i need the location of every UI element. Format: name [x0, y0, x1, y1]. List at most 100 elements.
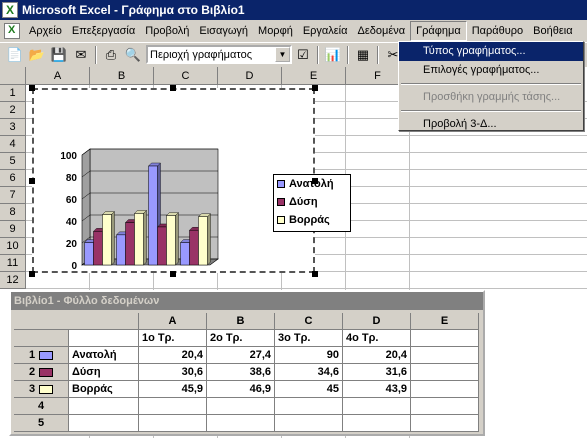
row-header[interactable]: 4: [0, 136, 26, 153]
column-header[interactable]: C: [154, 67, 218, 85]
chevron-down-icon[interactable]: ▼: [275, 47, 290, 62]
datasheet-value-cell[interactable]: 31,6: [343, 364, 411, 381]
datasheet-value-cell[interactable]: 45: [275, 381, 343, 398]
datasheet-value-cell[interactable]: 27,4: [207, 347, 275, 364]
chart-menu-item[interactable]: Επιλογές γραφήματος...: [399, 61, 583, 80]
datasheet-category-cell[interactable]: 1ο Τρ.: [139, 330, 207, 347]
datasheet-column-header[interactable]: C: [275, 313, 343, 330]
menu-8[interactable]: Γράφημα: [410, 21, 467, 41]
resize-handle[interactable]: [312, 271, 318, 277]
datasheet-value-cell[interactable]: 90: [275, 347, 343, 364]
datasheet-icon[interactable]: ▦: [352, 44, 374, 66]
row-header[interactable]: 7: [0, 187, 26, 204]
datasheet-value-cell[interactable]: [275, 398, 343, 415]
datasheet-cell[interactable]: [411, 415, 479, 432]
datasheet-value-cell[interactable]: [207, 415, 275, 432]
chart-menu-item[interactable]: Τύπος γραφήματος...: [399, 42, 583, 61]
row-header[interactable]: 3: [0, 119, 26, 136]
save-icon[interactable]: 💾: [48, 44, 70, 66]
datasheet-series-name[interactable]: [69, 398, 139, 415]
menu-2[interactable]: Επεξεργασία: [67, 21, 140, 41]
datasheet-cell[interactable]: [411, 364, 479, 381]
datasheet-value-cell[interactable]: [343, 398, 411, 415]
datasheet-row-header[interactable]: [14, 330, 69, 347]
datasheet-value-cell[interactable]: [207, 398, 275, 415]
column-header[interactable]: E: [282, 67, 346, 85]
datasheet-value-cell[interactable]: [139, 398, 207, 415]
new-document-icon[interactable]: 📄: [4, 44, 26, 66]
datasheet-category-cell[interactable]: 3ο Τρ.: [275, 330, 343, 347]
resize-handle[interactable]: [170, 271, 176, 277]
column-header[interactable]: B: [90, 67, 154, 85]
datasheet-title[interactable]: Βιβλίο1 - Φύλλο δεδομένων: [11, 292, 483, 310]
chart-menu-item[interactable]: Προσθήκη γραμμής τάσης...: [399, 88, 583, 107]
row-header[interactable]: 12: [0, 272, 26, 289]
datasheet-series-name[interactable]: Δύση: [69, 364, 139, 381]
resize-handle[interactable]: [29, 271, 35, 277]
row-header[interactable]: 11: [0, 255, 26, 272]
datasheet-cell[interactable]: [411, 330, 479, 347]
datasheet-column-header[interactable]: A: [139, 313, 207, 330]
datasheet-series-name[interactable]: [69, 415, 139, 432]
row-header[interactable]: 6: [0, 170, 26, 187]
column-header[interactable]: A: [26, 67, 90, 85]
datasheet-column-header[interactable]: B: [207, 313, 275, 330]
print-icon[interactable]: ⎙: [100, 44, 122, 66]
menu-7[interactable]: Δεδομένα: [353, 21, 411, 41]
datasheet-cell[interactable]: [411, 381, 479, 398]
datasheet-cell[interactable]: [411, 398, 479, 415]
datasheet-column-header[interactable]: D: [343, 313, 411, 330]
legend-entry[interactable]: Δύση: [274, 193, 350, 211]
datasheet-value-cell[interactable]: [343, 415, 411, 432]
datasheet-window[interactable]: Βιβλίο1 - Φύλλο δεδομένων A B C D E 1ο Τρ. 2ο …: [9, 290, 485, 436]
datasheet-row-header[interactable]: 3: [14, 381, 69, 398]
format-chart-area-icon[interactable]: ☑: [292, 44, 314, 66]
chart-wizard-icon[interactable]: 📊: [322, 44, 344, 66]
datasheet-value-cell[interactable]: 30,6: [139, 364, 207, 381]
resize-handle[interactable]: [29, 85, 35, 91]
column-header[interactable]: D: [218, 67, 282, 85]
datasheet-value-cell[interactable]: 34,6: [275, 364, 343, 381]
resize-handle[interactable]: [29, 178, 35, 184]
menu-10[interactable]: Βοήθεια: [528, 21, 577, 41]
datasheet-category-cell[interactable]: 2ο Τρ.: [207, 330, 275, 347]
chart-area[interactable]: 0204060801001οΤρ.2οΤρ.3οΤρ.4οΤρ. Ανατολή…: [32, 88, 351, 273]
datasheet-category-cell[interactable]: 4ο Τρ.: [343, 330, 411, 347]
resize-handle[interactable]: [312, 85, 318, 91]
row-header[interactable]: 1: [0, 85, 26, 102]
datasheet-value-cell[interactable]: 20,4: [139, 347, 207, 364]
menu-3[interactable]: Προβολή: [140, 21, 194, 41]
row-header[interactable]: 2: [0, 102, 26, 119]
datasheet-cell[interactable]: [69, 330, 139, 347]
datasheet-row-header[interactable]: 5: [14, 415, 69, 432]
resize-handle[interactable]: [312, 178, 318, 184]
row-header[interactable]: 9: [0, 221, 26, 238]
open-folder-icon[interactable]: 📂: [26, 44, 48, 66]
datasheet-grid[interactable]: A B C D E 1ο Τρ. 2ο Τρ. 3ο Τρ. 4ο Τρ. 1 Ανατολή 20,…: [14, 313, 479, 432]
document-icon[interactable]: [4, 23, 20, 39]
email-icon[interactable]: ✉: [70, 44, 92, 66]
datasheet-corner[interactable]: [14, 313, 139, 330]
legend-entry[interactable]: Βορράς: [274, 211, 350, 229]
datasheet-value-cell[interactable]: 43,9: [343, 381, 411, 398]
menu-1[interactable]: Αρχείο: [24, 21, 67, 41]
datasheet-value-cell[interactable]: 38,6: [207, 364, 275, 381]
datasheet-row-header[interactable]: 4: [14, 398, 69, 415]
chart-menu-item[interactable]: Προβολή 3-Δ...: [399, 115, 583, 134]
datasheet-series-name[interactable]: Ανατολή: [69, 347, 139, 364]
menu-9[interactable]: Παράθυρο: [467, 21, 528, 41]
row-header[interactable]: 8: [0, 204, 26, 221]
datasheet-value-cell[interactable]: [139, 415, 207, 432]
select-all-corner[interactable]: [0, 67, 26, 85]
menu-5[interactable]: Μορφή: [253, 21, 298, 41]
datasheet-column-header[interactable]: E: [411, 313, 479, 330]
datasheet-value-cell[interactable]: 20,4: [343, 347, 411, 364]
datasheet-series-name[interactable]: Βορράς: [69, 381, 139, 398]
datasheet-value-cell[interactable]: 46,9: [207, 381, 275, 398]
menu-6[interactable]: Εργαλεία: [298, 21, 353, 41]
resize-handle[interactable]: [170, 85, 176, 91]
datasheet-cell[interactable]: [411, 347, 479, 364]
datasheet-row-header[interactable]: 2: [14, 364, 69, 381]
row-header[interactable]: 10: [0, 238, 26, 255]
row-header[interactable]: 5: [0, 153, 26, 170]
